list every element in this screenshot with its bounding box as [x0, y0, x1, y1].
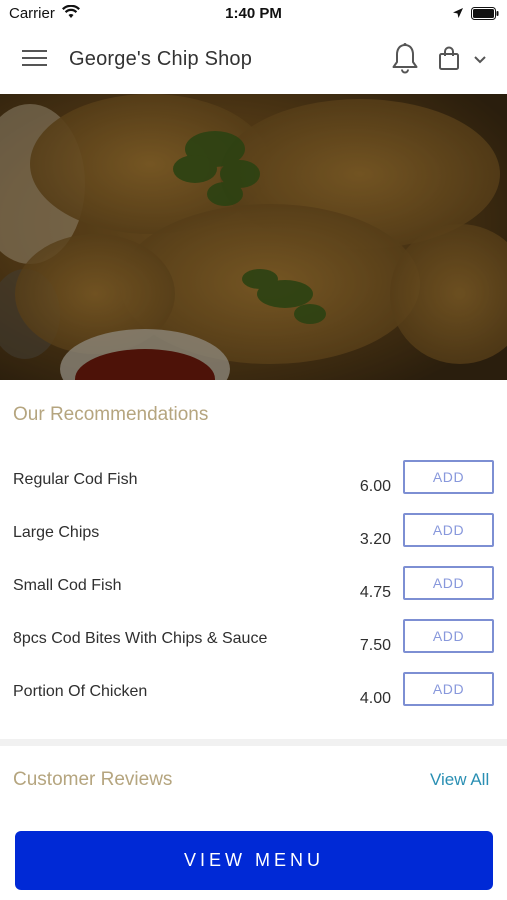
hamburger-menu-icon[interactable]: [22, 48, 48, 68]
bell-icon[interactable]: [391, 42, 419, 74]
chevron-down-icon[interactable]: [473, 55, 487, 65]
shopping-bag-icon[interactable]: [438, 46, 460, 70]
recommendations-title: Our Recommendations: [13, 404, 209, 425]
app-header: George's Chip Shop: [0, 26, 507, 94]
item-price: 7.50: [359, 637, 391, 654]
status-bar: Carrier 1:40 PM: [0, 0, 507, 26]
item-price: 4.00: [359, 690, 391, 707]
add-button[interactable]: ADD: [403, 566, 494, 600]
item-name: Small Cod Fish: [13, 577, 122, 594]
add-button[interactable]: ADD: [403, 513, 494, 547]
view-all-reviews-link[interactable]: View All: [430, 770, 489, 790]
recommendation-item: Portion Of Chicken 4.00 ADD: [0, 672, 507, 736]
item-price: 3.20: [359, 531, 391, 548]
section-divider: [0, 739, 507, 746]
item-price: 6.00: [359, 478, 391, 495]
fried-fish-photo: [0, 94, 507, 380]
item-name: Regular Cod Fish: [13, 471, 138, 488]
add-button[interactable]: ADD: [403, 619, 494, 653]
clock: 1:40 PM: [225, 5, 282, 22]
location-arrow-icon: [453, 8, 463, 18]
item-price: 4.75: [359, 584, 391, 601]
item-name: Portion Of Chicken: [13, 683, 148, 700]
battery-icon: [471, 7, 499, 20]
item-name: Large Chips: [13, 524, 100, 541]
customer-reviews-title: Customer Reviews: [13, 769, 173, 790]
add-button[interactable]: ADD: [403, 460, 494, 494]
item-name: 8pcs Cod Bites With Chips & Sauce: [13, 630, 268, 647]
shop-title: George's Chip Shop: [69, 48, 253, 70]
view-menu-button[interactable]: VIEW MENU: [15, 831, 493, 890]
hero-food-image: [0, 94, 507, 380]
add-button[interactable]: ADD: [403, 672, 494, 706]
